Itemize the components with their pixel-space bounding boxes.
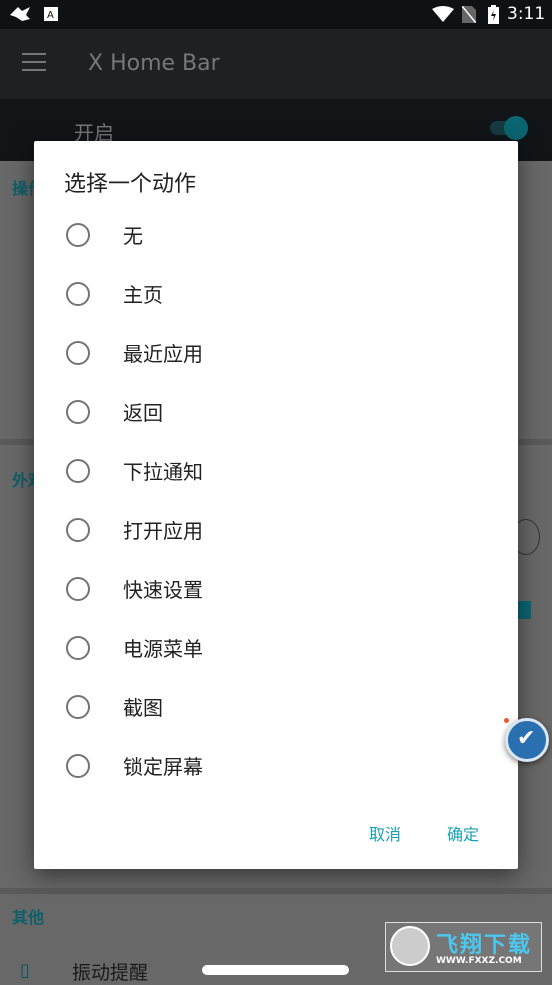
radio-icon[interactable] [66, 458, 90, 483]
ok-button[interactable]: 确定 [447, 821, 479, 845]
watermark-logo: 飞翔下载 WWW.FXXZ.COM [385, 922, 542, 972]
radio-icon[interactable] [66, 753, 90, 778]
option-radio-item[interactable]: 主页 [34, 264, 518, 323]
battery-charging-icon [488, 5, 499, 24]
radio-icon[interactable] [66, 399, 90, 424]
radio-icon[interactable] [66, 517, 90, 542]
no-sim-icon [462, 6, 476, 23]
cancel-button[interactable]: 取消 [369, 821, 401, 845]
radio-icon[interactable] [66, 694, 90, 719]
radio-icon[interactable] [66, 281, 90, 306]
option-label: 锁定屏幕 [123, 755, 203, 779]
floating-button[interactable]: ✔ [505, 718, 549, 762]
clock: 3:11 [507, 4, 546, 24]
option-label: 无 [123, 224, 143, 248]
svg-text:A: A [47, 10, 54, 21]
app-bar: X Home Bar [0, 29, 552, 99]
app-title: X Home Bar [88, 51, 220, 76]
hamburger-icon[interactable] [22, 53, 46, 71]
radio-icon[interactable] [66, 340, 90, 365]
cleaner-icon [10, 7, 30, 21]
keyboard-a-icon: A [44, 7, 58, 21]
option-radio-item[interactable]: 电源菜单 [34, 618, 518, 677]
option-label: 最近应用 [123, 342, 203, 366]
option-label: 返回 [123, 401, 163, 425]
radio-icon[interactable] [66, 576, 90, 601]
radio-icon[interactable] [66, 222, 90, 247]
vibrate-icon: ▯ [20, 960, 30, 981]
option-radio-item[interactable]: 下拉通知 [34, 441, 518, 500]
wifi-icon [432, 6, 454, 22]
notification-dot [504, 718, 509, 723]
floating-icon: ✔ [517, 726, 536, 751]
option-radio-item[interactable]: 截图 [34, 677, 518, 736]
option-label: 电源菜单 [123, 637, 203, 661]
option-radio-item[interactable]: 无 [34, 205, 518, 264]
option-label: 截图 [123, 696, 163, 720]
option-label: 快速设置 [123, 578, 203, 602]
option-radio-item[interactable]: 打开应用 [34, 500, 518, 559]
home-bar[interactable] [202, 965, 349, 975]
option-radio-item[interactable]: 快速设置 [34, 559, 518, 618]
option-label: 主页 [123, 283, 163, 307]
option-label: 下拉通知 [123, 460, 203, 484]
section-other-title: 其他 [12, 908, 45, 927]
option-radio-item[interactable]: 锁定屏幕 [34, 736, 518, 795]
option-radio-item[interactable]: 返回 [34, 382, 518, 441]
option-label: 打开应用 [123, 519, 203, 543]
action-dialog: 选择一个动作 无主页最近应用返回下拉通知打开应用快速设置电源菜单截图锁定屏幕 取… [34, 141, 518, 869]
status-bar: A 3:11 [0, 0, 552, 29]
dialog-title: 选择一个动作 [64, 172, 197, 197]
radio-icon[interactable] [66, 635, 90, 660]
option-radio-item[interactable]: 最近应用 [34, 323, 518, 382]
enable-toggle[interactable] [490, 116, 528, 140]
